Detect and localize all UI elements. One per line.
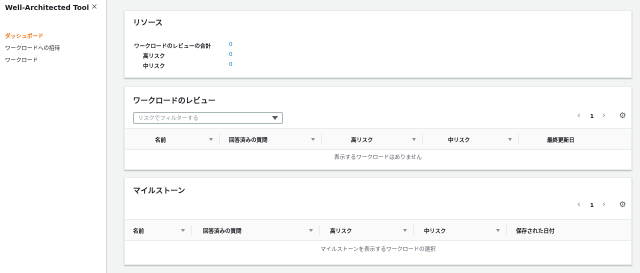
column-divider	[219, 134, 220, 144]
sort-icon[interactable]	[508, 138, 512, 141]
column-answered-questions[interactable]: 回答済みの質問	[203, 227, 242, 235]
medium-risk-value[interactable]: 0	[229, 62, 233, 68]
sidebar-item-workload-invitations[interactable]: ワークロードへの招待	[5, 44, 60, 52]
total-reviews-value[interactable]: 0	[229, 42, 233, 48]
previous-page-icon[interactable]: ‹	[577, 112, 581, 121]
high-risk-label: 高リスク	[143, 54, 166, 60]
resources-panel: リソース ワークロードのレビューの合計 0 高リスク 0 中リスク 0	[124, 10, 632, 78]
risk-filter-select[interactable]: リスクでフィルターする	[133, 112, 283, 124]
milestones-table-header: 名前 回答済みの質問 高リスク 中リスク 保存された日付	[125, 219, 631, 241]
gear-icon[interactable]: ⚙	[619, 112, 626, 120]
page-number[interactable]: 1	[590, 114, 594, 120]
gear-icon[interactable]: ⚙	[619, 201, 626, 209]
column-divider	[506, 225, 507, 235]
sort-icon[interactable]	[181, 229, 185, 232]
column-medium-risk[interactable]: 中リスク	[448, 136, 470, 144]
resources-title: リソース	[133, 18, 163, 27]
sort-icon[interactable]	[309, 229, 313, 232]
sidebar-title: Well-Architected Tool	[5, 4, 89, 12]
risk-filter-placeholder: リスクでフィルターする	[138, 116, 199, 122]
page-number[interactable]: 1	[590, 203, 594, 209]
sort-icon[interactable]	[403, 229, 407, 232]
column-divider	[319, 225, 320, 235]
column-divider	[422, 134, 423, 144]
caret-down-icon	[272, 116, 278, 120]
next-page-icon[interactable]: ›	[602, 112, 606, 121]
column-name[interactable]: 名前	[155, 136, 166, 144]
side-navigation: Well-Architected Tool × ダッシュボード ワークロードへの…	[0, 0, 107, 273]
reviews-empty-message: 表示するワークロードはありません	[334, 155, 422, 161]
sort-icon[interactable]	[209, 138, 213, 141]
high-risk-value[interactable]: 0	[229, 52, 233, 58]
column-divider	[518, 134, 519, 144]
sidebar-item-workloads[interactable]: ワークロード	[5, 56, 38, 64]
column-divider	[191, 225, 192, 235]
previous-page-icon[interactable]: ‹	[577, 201, 581, 210]
close-icon[interactable]: ×	[91, 2, 98, 11]
column-divider	[413, 225, 414, 235]
sort-icon[interactable]	[412, 138, 416, 141]
reviews-title: ワークロードのレビュー	[133, 96, 216, 105]
reviews-table-header: 名前 回答済みの質問 高リスク 中リスク 最終更新日	[125, 128, 631, 150]
next-page-icon[interactable]: ›	[602, 201, 606, 210]
milestones-title: マイルストーン	[133, 186, 186, 195]
milestones-panel: マイルストーン ‹ 1 › ⚙ 名前 回答済みの質問 高リスク 中リスク 保存さ…	[124, 177, 632, 265]
workload-reviews-panel: ワークロードのレビュー リスクでフィルターする ‹ 1 › ⚙ 名前 回答済みの…	[124, 86, 632, 170]
sort-icon[interactable]	[311, 138, 315, 141]
column-divider	[321, 134, 322, 144]
sidebar-item-dashboard[interactable]: ダッシュボード	[5, 32, 44, 40]
total-reviews-label: ワークロードのレビューの合計	[134, 44, 212, 50]
milestones-empty-message: マイルストーンを表示するワークロードの選択	[320, 247, 436, 253]
medium-risk-label: 中リスク	[143, 64, 166, 70]
column-answered-questions[interactable]: 回答済みの質問	[229, 136, 268, 144]
column-name[interactable]: 名前	[133, 227, 144, 235]
column-high-risk[interactable]: 高リスク	[351, 136, 373, 144]
column-saved-date[interactable]: 保存された日付	[516, 227, 555, 235]
sort-icon[interactable]	[496, 229, 500, 232]
column-last-updated[interactable]: 最終更新日	[547, 136, 575, 144]
column-medium-risk[interactable]: 中リスク	[424, 227, 446, 235]
column-high-risk[interactable]: 高リスク	[330, 227, 352, 235]
